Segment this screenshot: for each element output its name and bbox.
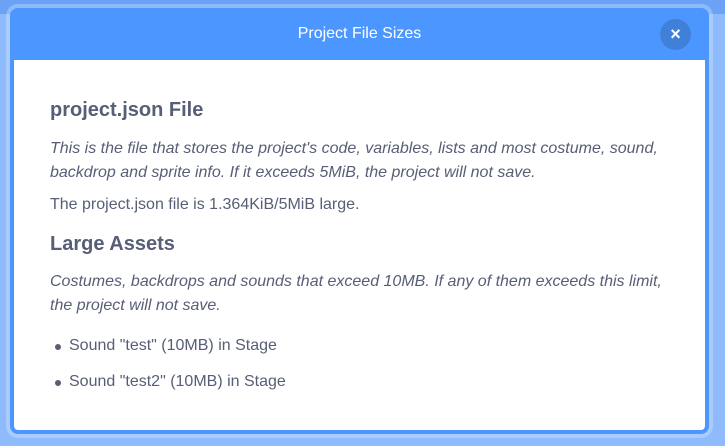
- project-file-sizes-modal: Project File Sizes × project.json File T…: [10, 8, 709, 434]
- project-json-heading: project.json File: [50, 99, 204, 121]
- bullet-icon: [55, 380, 61, 386]
- list-item: Sound "test" (10MB) in Stage: [50, 334, 680, 370]
- modal-header: Project File Sizes ×: [10, 8, 709, 60]
- modal-body: project.json File This is the file that …: [14, 60, 705, 430]
- close-button[interactable]: ×: [660, 19, 691, 50]
- close-icon: ×: [670, 24, 681, 44]
- project-json-size-text: The project.json file is 1.364KiB/5MiB l…: [50, 196, 360, 213]
- list-item-text: Sound "test" (10MB) in Stage: [69, 337, 277, 354]
- list-item: Sound "test2" (10MB) in Stage: [50, 370, 680, 406]
- large-assets-heading: Large Assets: [50, 233, 175, 255]
- large-assets-list: Sound "test" (10MB) in Stage Sound "test…: [50, 334, 680, 406]
- large-assets-description: Costumes, backdrops and sounds that exce…: [50, 273, 662, 314]
- project-json-description: This is the file that stores the project…: [50, 140, 658, 181]
- modal-title: Project File Sizes: [297, 25, 422, 42]
- bullet-icon: [55, 344, 61, 350]
- list-item-text: Sound "test2" (10MB) in Stage: [69, 373, 286, 390]
